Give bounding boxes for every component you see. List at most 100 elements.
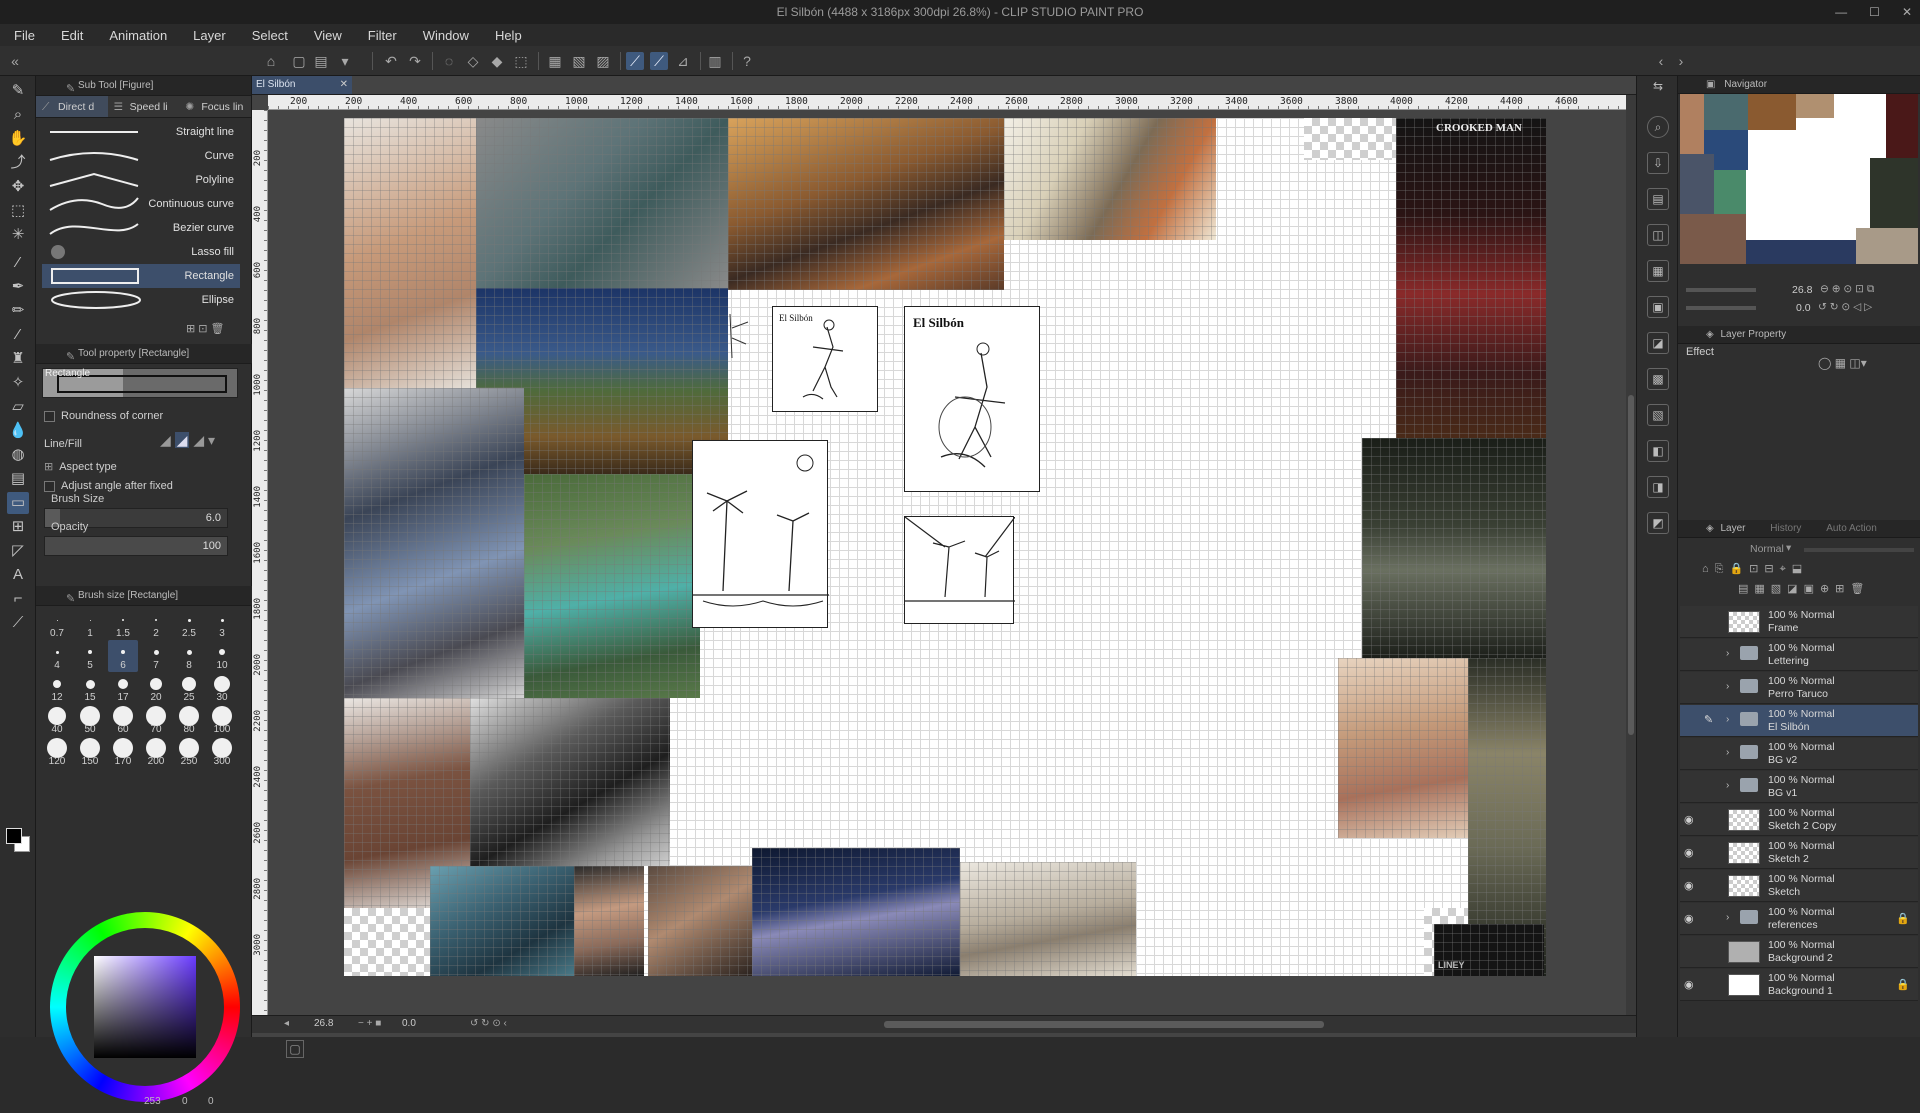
- clear-icon[interactable]: ◇: [464, 52, 482, 70]
- vertical-scrollbar[interactable]: [1626, 95, 1636, 1015]
- linefill-options-icons[interactable]: ◢ ◢ ◢ ▾: [160, 432, 215, 449]
- navigator-zoom-buttons-icon[interactable]: ⊖ ⊕ ⊙ ⊡ ⧉: [1820, 283, 1874, 296]
- subtool-ellipse[interactable]: Ellipse: [42, 288, 240, 312]
- settings-icon[interactable]: ▥: [706, 52, 724, 70]
- selection-icon[interactable]: ⬚: [7, 200, 29, 222]
- menu-help[interactable]: Help: [495, 28, 522, 43]
- subtool-actions-icons[interactable]: ⊞ ⊡ 🗑: [186, 322, 225, 335]
- subtool-polyline[interactable]: Polyline: [42, 168, 240, 192]
- brush-size-option[interactable]: 2.5: [174, 608, 204, 640]
- material-icon[interactable]: ◨: [1647, 476, 1669, 498]
- close-button[interactable]: ✕: [1902, 0, 1912, 24]
- layer-row[interactable]: 100 % Normal Background 2: [1680, 936, 1918, 968]
- navigator-zoom-slider[interactable]: [1686, 288, 1756, 292]
- layer-row[interactable]: ◉ 100 % Normal Sketch 2 Copy: [1680, 804, 1918, 836]
- subtool-rectangle[interactable]: Rectangle: [42, 264, 240, 288]
- brush-size-option[interactable]: 8: [174, 640, 204, 672]
- panel-left-arrow-icon[interactable]: ‹: [1652, 52, 1670, 70]
- blend-mode-select[interactable]: Normal: [1750, 543, 1784, 555]
- rotate-controls-icon[interactable]: ↺ ↻ ⊙ ‹: [470, 1018, 507, 1029]
- snap-ruler-icon[interactable]: ⟋: [626, 52, 644, 70]
- brush-size-option[interactable]: 70: [141, 704, 171, 736]
- airbrush-icon[interactable]: ♜: [7, 348, 29, 370]
- brush-size-option[interactable]: 200: [141, 736, 171, 768]
- balloon-icon[interactable]: ⌐: [7, 588, 29, 610]
- menu-filter[interactable]: Filter: [368, 28, 397, 43]
- tab-focus-lines[interactable]: ✺ Focus lin: [179, 96, 251, 117]
- brush-size-option[interactable]: 120: [42, 736, 72, 768]
- gradient-icon[interactable]: ▤: [7, 468, 29, 490]
- zoom-value[interactable]: 26.8: [314, 1018, 333, 1029]
- brush-size-option[interactable]: 30: [207, 672, 237, 704]
- brush-size-option[interactable]: 100: [207, 704, 237, 736]
- brush-size-option[interactable]: 80: [174, 704, 204, 736]
- chevron-down-icon[interactable]: ▾: [1786, 542, 1791, 554]
- eye-icon[interactable]: ◉: [1684, 879, 1698, 892]
- maximize-button[interactable]: ☐: [1869, 0, 1880, 24]
- undo-icon[interactable]: ↶: [382, 52, 400, 70]
- eyedropper-icon[interactable]: ⁄: [7, 252, 29, 274]
- figure-tool-icon[interactable]: ▭: [7, 492, 29, 514]
- brush-size-option[interactable]: 10: [207, 640, 237, 672]
- ruler-icon[interactable]: ◸: [7, 540, 29, 562]
- subtool-bezier-curve[interactable]: Bezier curve: [42, 216, 240, 240]
- snap-special-ruler-icon[interactable]: ⟋: [650, 52, 668, 70]
- eye-hidden-icon[interactable]: [1684, 681, 1698, 693]
- brush-size-option[interactable]: 250: [174, 736, 204, 768]
- brush-size-option[interactable]: 150: [75, 736, 105, 768]
- tab-speed-lines[interactable]: ☰ Speed li: [108, 96, 180, 117]
- new-file-icon[interactable]: ▢: [290, 52, 308, 70]
- zoom-controls-icon[interactable]: − + ■: [358, 1018, 381, 1029]
- deselect-icon[interactable]: ◌: [440, 52, 458, 70]
- brush-size-option[interactable]: 50: [75, 704, 105, 736]
- crop-icon[interactable]: ▨: [594, 52, 612, 70]
- expand-caret-icon[interactable]: ›: [1726, 681, 1729, 692]
- color-wheel[interactable]: [50, 912, 240, 1102]
- eye-hidden-icon[interactable]: [1684, 747, 1698, 759]
- material-icon[interactable]: ▤: [1647, 188, 1669, 210]
- tab-layer[interactable]: Layer: [1720, 523, 1745, 534]
- subtool-lasso-fill[interactable]: Lasso fill: [42, 240, 240, 264]
- expand-caret-icon[interactable]: ›: [1726, 747, 1729, 758]
- save-icon[interactable]: ▾: [336, 52, 354, 70]
- correct-line-icon[interactable]: ⟋: [7, 612, 29, 634]
- panel-right-arrow-icon[interactable]: ›: [1672, 52, 1690, 70]
- material-icon[interactable]: ▩: [1647, 368, 1669, 390]
- layer-row[interactable]: ✎ › 100 % Normal El Silbón: [1680, 705, 1918, 737]
- minimize-button[interactable]: —: [1835, 0, 1847, 24]
- panel-collapse-icon[interactable]: «: [6, 52, 24, 70]
- eye-hidden-icon[interactable]: [1684, 714, 1698, 726]
- menu-layer[interactable]: Layer: [193, 28, 226, 43]
- layer-row[interactable]: › 100 % Normal BG v1: [1680, 771, 1918, 803]
- lock-icon[interactable]: 🔒: [1896, 912, 1910, 925]
- horizontal-scrollbar-thumb[interactable]: [884, 1021, 1324, 1028]
- text-icon[interactable]: A: [7, 564, 29, 586]
- foreground-color-swatch[interactable]: [6, 828, 22, 844]
- layout-toggle-icon[interactable]: ▢: [286, 1040, 304, 1058]
- eye-hidden-icon[interactable]: [1684, 945, 1698, 957]
- layer-row[interactable]: › 100 % Normal Lettering: [1680, 639, 1918, 671]
- expand-caret-icon[interactable]: ›: [1726, 912, 1729, 923]
- transform-icon[interactable]: ⬚: [512, 52, 530, 70]
- eye-hidden-icon[interactable]: [1684, 648, 1698, 660]
- home-icon[interactable]: ⌂: [262, 52, 280, 70]
- material-icon[interactable]: ◪: [1647, 332, 1669, 354]
- layer-row[interactable]: ◉ 100 % Normal Sketch 2: [1680, 837, 1918, 869]
- brush-size-option[interactable]: 12: [42, 672, 72, 704]
- menu-select[interactable]: Select: [252, 28, 288, 43]
- auto-select-icon[interactable]: ✳: [7, 224, 29, 246]
- menu-file[interactable]: File: [14, 28, 35, 43]
- brush-size-option[interactable]: 0.7: [42, 608, 72, 640]
- material-icon[interactable]: ◩: [1647, 512, 1669, 534]
- navigator-preview[interactable]: [1680, 94, 1918, 264]
- eye-hidden-icon[interactable]: [1684, 615, 1698, 627]
- zoom-out-icon[interactable]: ◂: [284, 1018, 289, 1029]
- material-icon[interactable]: ▦: [1647, 260, 1669, 282]
- hand-icon[interactable]: ✋: [7, 128, 29, 150]
- opacity-slider[interactable]: Opacity 100: [44, 521, 228, 556]
- brush-size-option[interactable]: 170: [108, 736, 138, 768]
- document-canvas[interactable]: CROOKED MAN LINEY El Silbón El Silbón: [344, 118, 1546, 976]
- aspect-type-row[interactable]: ⊞ Aspect type: [44, 460, 117, 473]
- material-icon[interactable]: ▣: [1647, 296, 1669, 318]
- subtool-straight-line[interactable]: Straight line: [42, 120, 240, 144]
